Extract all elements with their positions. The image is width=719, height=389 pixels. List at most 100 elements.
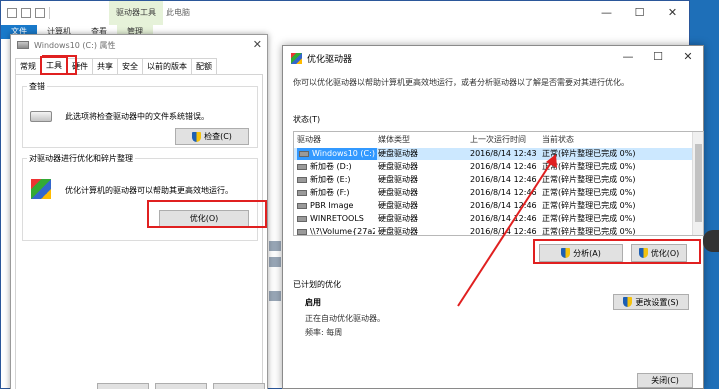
row-drive: PBR Image	[297, 200, 353, 212]
drive-icon	[297, 228, 307, 235]
row-drive: WINRETOOLS	[297, 213, 364, 225]
error-checking-description: 此选项将检查驱动器中的文件系统错误。	[65, 112, 209, 121]
row-media: 硬盘驱动器	[378, 227, 418, 236]
optimize-drives-window: 优化驱动器 — ☐ ✕ 你可以优化驱动器以帮助计算机更高效地运行，或者分析驱动器…	[282, 45, 704, 389]
table-row[interactable]: \\?\Volume{27a2... 硬盘驱动器 2016/8/14 12:46…	[294, 226, 692, 236]
optimize-title: 优化驱动器	[307, 54, 353, 65]
row-drive: 新加卷 (E:)	[297, 174, 351, 186]
row-media: 硬盘驱动器	[378, 149, 418, 158]
row-status: 正常(碎片整理已完成 0%)	[542, 188, 636, 197]
drive-list[interactable]: 驱动器 媒体类型 上一次运行时间 当前状态 Windows10 (C:) 硬盘驱…	[293, 131, 704, 236]
drive-icon	[299, 150, 309, 157]
drive-icon	[297, 163, 307, 170]
check-button-label: 检查(C)	[204, 132, 232, 141]
analyze-button[interactable]: 分析(A)	[539, 244, 623, 262]
row-drive: Windows10 (C:)	[297, 148, 377, 160]
tab-hardware[interactable]: 硬件	[67, 58, 93, 74]
table-row[interactable]: 新加卷 (E:) 硬盘驱动器 2016/8/14 12:46 正常(碎片整理已完…	[294, 174, 692, 186]
check-button[interactable]: 检查(C)	[175, 128, 249, 145]
change-settings-button[interactable]: 更改设置(S)	[613, 294, 689, 310]
scrollbar-thumb[interactable]	[695, 144, 702, 222]
scheduled-state: 启用	[305, 298, 321, 307]
row-media: 硬盘驱动器	[378, 175, 418, 184]
shield-icon	[638, 248, 648, 258]
explorer-window-controls: — ☐ ✕	[590, 1, 689, 25]
minimize-button[interactable]: —	[613, 46, 643, 68]
column-last-run[interactable]: 上一次运行时间	[470, 134, 526, 146]
drive-icon	[269, 257, 281, 267]
optimize-description: 你可以优化驱动器以帮助计算机更高效地运行，或者分析驱动器以了解是否需要对其进行优…	[293, 78, 629, 87]
drive-icon	[297, 215, 307, 222]
optimize-group: 对驱动器进行优化和碎片整理 优化计算机的驱动器可以帮助其更高效地运行。 优化(O…	[22, 153, 258, 241]
list-scrollbar[interactable]	[692, 132, 703, 235]
tab-general[interactable]: 常规	[15, 58, 41, 74]
defrag-icon	[31, 179, 51, 199]
quick-access-toolbar	[7, 7, 50, 19]
optimize-description: 优化计算机的驱动器可以帮助其更高效地运行。	[65, 186, 233, 195]
column-status[interactable]: 当前状态	[542, 134, 574, 146]
row-media: 硬盘驱动器	[378, 214, 418, 223]
close-button[interactable]: ✕	[656, 1, 689, 25]
row-last-run: 2016/8/14 12:46	[470, 201, 537, 210]
tab-security[interactable]: 安全	[117, 58, 143, 74]
close-dialog-label: 关闭(C)	[651, 376, 679, 385]
optimize-drive-button[interactable]: 优化(O)	[631, 244, 687, 262]
row-last-run: 2016/8/14 12:46	[470, 214, 537, 223]
row-last-run: 2016/8/14 12:46	[470, 162, 537, 171]
column-drive[interactable]: 驱动器	[297, 134, 321, 146]
hard-drive-icon	[30, 111, 52, 122]
properties-tabs: 常规 工具 硬件 共享 安全 以前的版本 配额	[15, 56, 217, 75]
dialog-footer-button[interactable]	[155, 383, 207, 389]
tab-previous-versions[interactable]: 以前的版本	[142, 58, 192, 74]
dialog-footer-button[interactable]	[97, 383, 149, 389]
status-label: 状态(T)	[293, 115, 321, 124]
table-row[interactable]: Windows10 (C:) 硬盘驱动器 2016/8/14 12:43 正常(…	[294, 148, 692, 160]
folder-icon[interactable]	[35, 8, 45, 18]
explorer-title: 此电脑	[166, 8, 190, 17]
drive-tools-context-tab[interactable]: 驱动器工具	[109, 1, 163, 25]
dialog-footer-button[interactable]	[213, 383, 265, 389]
close-dialog-button[interactable]: 关闭(C)	[637, 373, 693, 388]
minimize-button[interactable]: —	[590, 1, 623, 25]
side-panel-handle[interactable]	[703, 230, 719, 252]
row-media: 硬盘驱动器	[378, 188, 418, 197]
tab-sharing[interactable]: 共享	[92, 58, 118, 74]
properties-titlebar: Windows10 (C:) 属性	[11, 35, 267, 55]
row-status: 正常(碎片整理已完成 0%)	[542, 149, 636, 158]
row-status: 正常(碎片整理已完成 0%)	[542, 227, 636, 236]
optimize-group-label: 对驱动器进行优化和碎片整理	[27, 153, 135, 164]
column-media-type[interactable]: 媒体类型	[378, 134, 410, 146]
save-icon[interactable]	[7, 8, 17, 18]
row-drive: \\?\Volume{27a2...	[297, 226, 375, 235]
shield-icon	[561, 248, 571, 258]
row-status: 正常(碎片整理已完成 0%)	[542, 175, 636, 184]
maximize-button[interactable]: ☐	[643, 46, 673, 68]
row-last-run: 2016/8/14 12:46	[470, 188, 537, 197]
close-button[interactable]: ✕	[673, 46, 703, 68]
tab-quota[interactable]: 配额	[191, 58, 217, 74]
row-last-run: 2016/8/14 12:46	[470, 175, 537, 184]
row-media: 硬盘驱动器	[378, 162, 418, 171]
optimize-button-label: 优化(O)	[189, 214, 219, 223]
row-drive: 新加卷 (F:)	[297, 187, 349, 199]
maximize-button[interactable]: ☐	[623, 1, 656, 25]
scheduled-description: 正在自动优化驱动器。	[305, 314, 385, 323]
row-last-run: 2016/8/14 12:46	[470, 227, 537, 236]
table-row[interactable]: 新加卷 (D:) 硬盘驱动器 2016/8/14 12:46 正常(碎片整理已完…	[294, 161, 692, 173]
properties-close-button[interactable]: ✕	[253, 38, 262, 51]
table-row[interactable]: 新加卷 (F:) 硬盘驱动器 2016/8/14 12:46 正常(碎片整理已完…	[294, 187, 692, 199]
drive-icon	[297, 189, 307, 196]
tab-tools[interactable]: 工具	[40, 56, 68, 75]
change-settings-label: 更改设置(S)	[635, 297, 679, 307]
defrag-icon	[291, 52, 302, 64]
checkmark-icon[interactable]	[21, 8, 31, 18]
table-row[interactable]: WINRETOOLS 硬盘驱动器 2016/8/14 12:46 正常(碎片整理…	[294, 213, 692, 225]
scheduled-optimization-label: 已计划的优化	[293, 280, 341, 289]
optimize-button[interactable]: 优化(O)	[159, 210, 249, 227]
windows-icon	[269, 241, 281, 251]
analyze-button-label: 分析(A)	[573, 248, 601, 258]
properties-title: Windows10 (C:) 属性	[34, 40, 116, 50]
table-row[interactable]: PBR Image 硬盘驱动器 2016/8/14 12:46 正常(碎片整理已…	[294, 200, 692, 212]
shield-icon	[192, 131, 202, 142]
optimize-window-controls: — ☐ ✕	[613, 46, 703, 68]
